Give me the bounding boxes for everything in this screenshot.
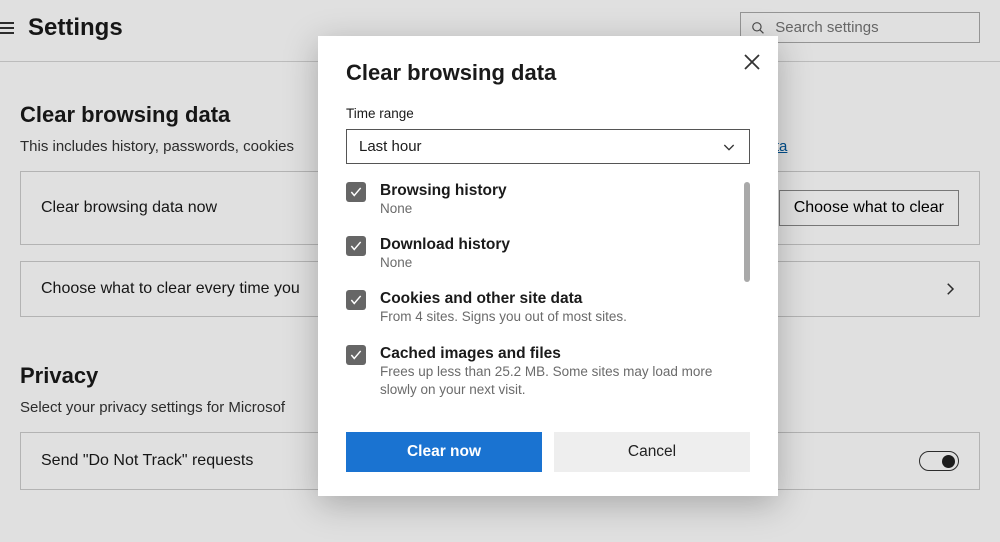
cancel-button[interactable]: Cancel bbox=[554, 432, 750, 472]
data-types-list: Browsing history None Download history N… bbox=[346, 182, 750, 418]
time-range-label: Time range bbox=[346, 106, 750, 121]
time-range-select[interactable]: Last hour bbox=[346, 129, 750, 164]
item-title: Cookies and other site data bbox=[380, 290, 627, 308]
select-value: Last hour bbox=[359, 138, 422, 155]
item-subtitle: From 4 sites. Signs you out of most site… bbox=[380, 308, 627, 326]
scrollbar-thumb[interactable] bbox=[744, 182, 750, 282]
item-title: Browsing history bbox=[380, 182, 507, 200]
item-subtitle: None bbox=[380, 254, 510, 272]
list-item: Download history None bbox=[346, 236, 734, 272]
close-icon bbox=[740, 50, 764, 74]
clear-now-button[interactable]: Clear now bbox=[346, 432, 542, 472]
item-title: Cached images and files bbox=[380, 345, 734, 363]
checkbox[interactable] bbox=[346, 290, 366, 310]
dialog-button-row: Clear now Cancel bbox=[346, 432, 750, 472]
list-item: Cached images and files Frees up less th… bbox=[346, 345, 734, 399]
clear-browsing-data-dialog: Clear browsing data Time range Last hour… bbox=[318, 36, 778, 496]
item-title: Download history bbox=[380, 236, 510, 254]
dialog-title: Clear browsing data bbox=[346, 60, 750, 86]
checkbox[interactable] bbox=[346, 236, 366, 256]
checkbox[interactable] bbox=[346, 345, 366, 365]
close-button[interactable] bbox=[740, 50, 764, 74]
list-item: Cookies and other site data From 4 sites… bbox=[346, 290, 734, 326]
checkbox[interactable] bbox=[346, 182, 366, 202]
item-subtitle: Frees up less than 25.2 MB. Some sites m… bbox=[380, 363, 734, 399]
list-item: Browsing history None bbox=[346, 182, 734, 218]
chevron-down-icon bbox=[721, 139, 737, 155]
item-subtitle: None bbox=[380, 200, 507, 218]
